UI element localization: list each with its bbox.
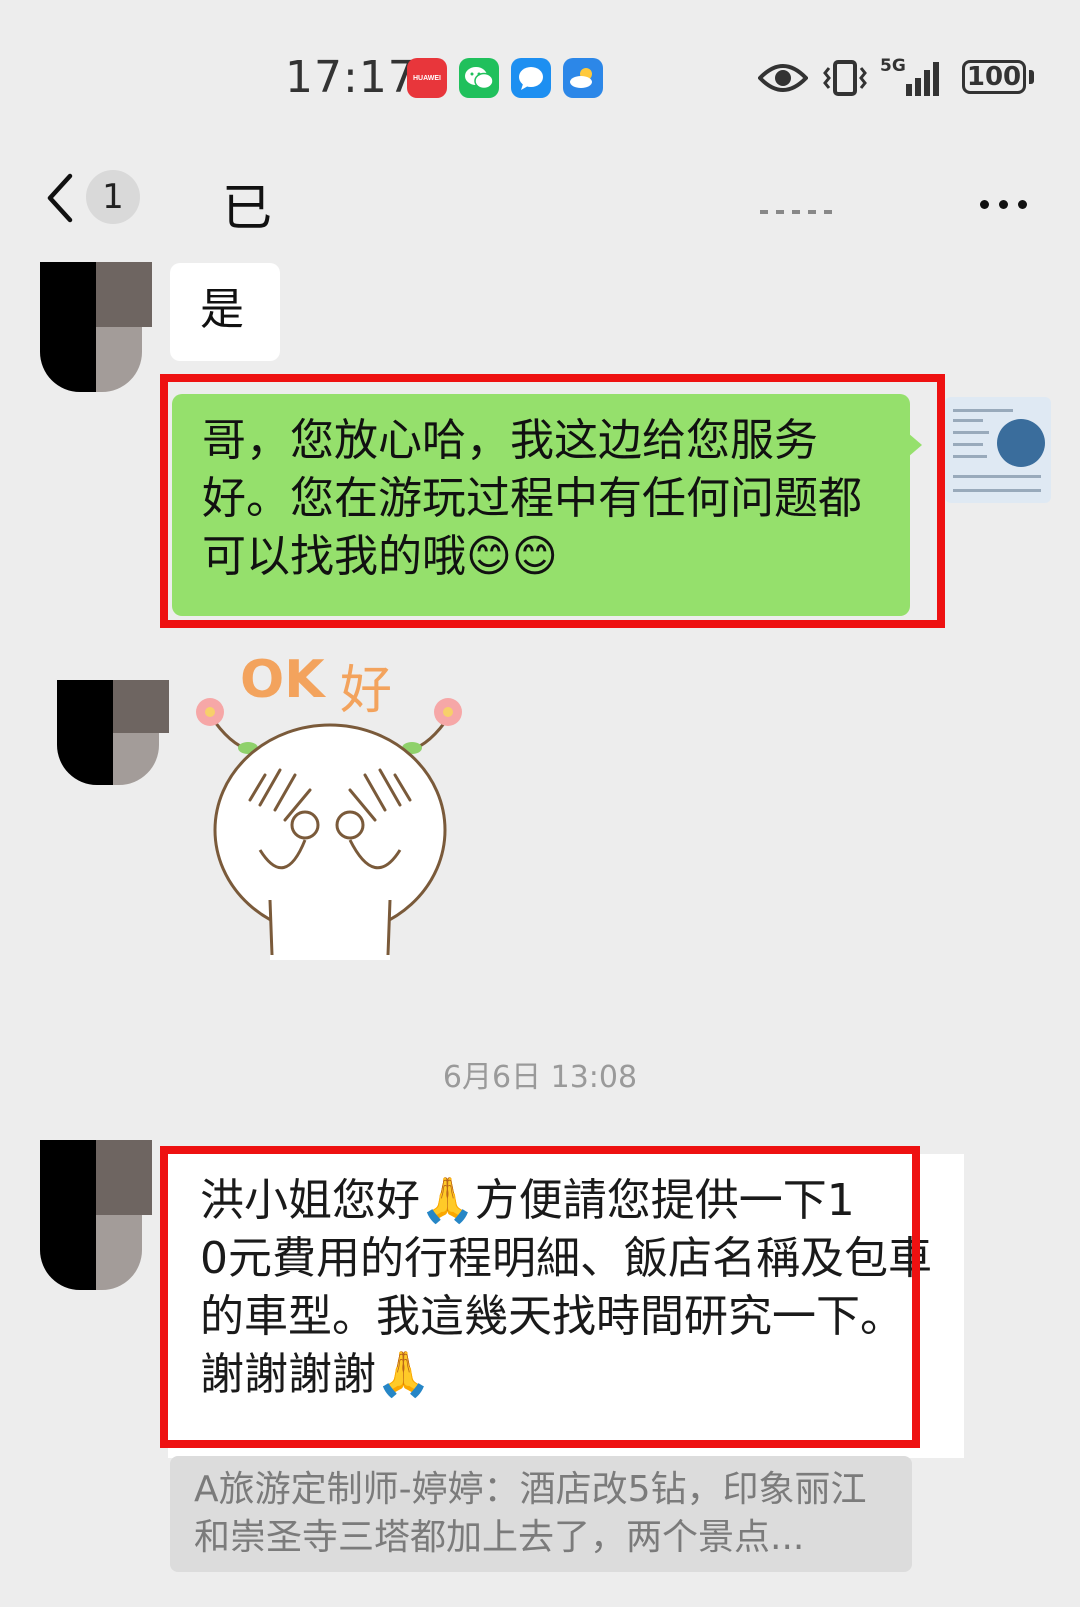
signal-icon: 5G <box>880 56 950 98</box>
back-icon[interactable] <box>42 170 78 226</box>
weather-icon <box>563 58 603 98</box>
more-options-icon[interactable] <box>980 194 1037 213</box>
status-time: 17:17 <box>285 52 417 103</box>
quoted-message[interactable]: A旅游定制师-婷婷：酒店改5钻，印象丽江和崇圣寺三塔都加上去了，两个景点... <box>170 1456 912 1572</box>
unread-count-badge[interactable]: 1 <box>86 170 140 224</box>
battery-icon: 100 <box>962 60 1026 94</box>
message-bubble-received[interactable]: 是 <box>170 263 280 361</box>
contact-avatar[interactable] <box>57 680 169 785</box>
message-icon <box>511 58 551 98</box>
title-redacted-residue <box>760 210 840 214</box>
self-avatar[interactable] <box>945 397 1051 503</box>
sticker-ok-hao[interactable]: OK 好 <box>190 650 490 970</box>
huawei-label: HUAWEI <box>413 74 441 82</box>
huawei-appgallery-icon: HUAWEI <box>407 58 447 98</box>
eye-icon <box>758 64 808 92</box>
chat-title: 已 <box>222 179 272 237</box>
highlight-box <box>160 1146 920 1448</box>
vibrate-icon <box>823 60 867 96</box>
message-timestamp: 6月6日 13:08 <box>442 1060 638 1095</box>
wechat-icon <box>459 58 499 98</box>
contact-avatar[interactable] <box>40 262 152 392</box>
battery-tip <box>1029 70 1034 84</box>
contact-avatar[interactable] <box>40 1140 152 1290</box>
highlight-box <box>160 374 945 628</box>
